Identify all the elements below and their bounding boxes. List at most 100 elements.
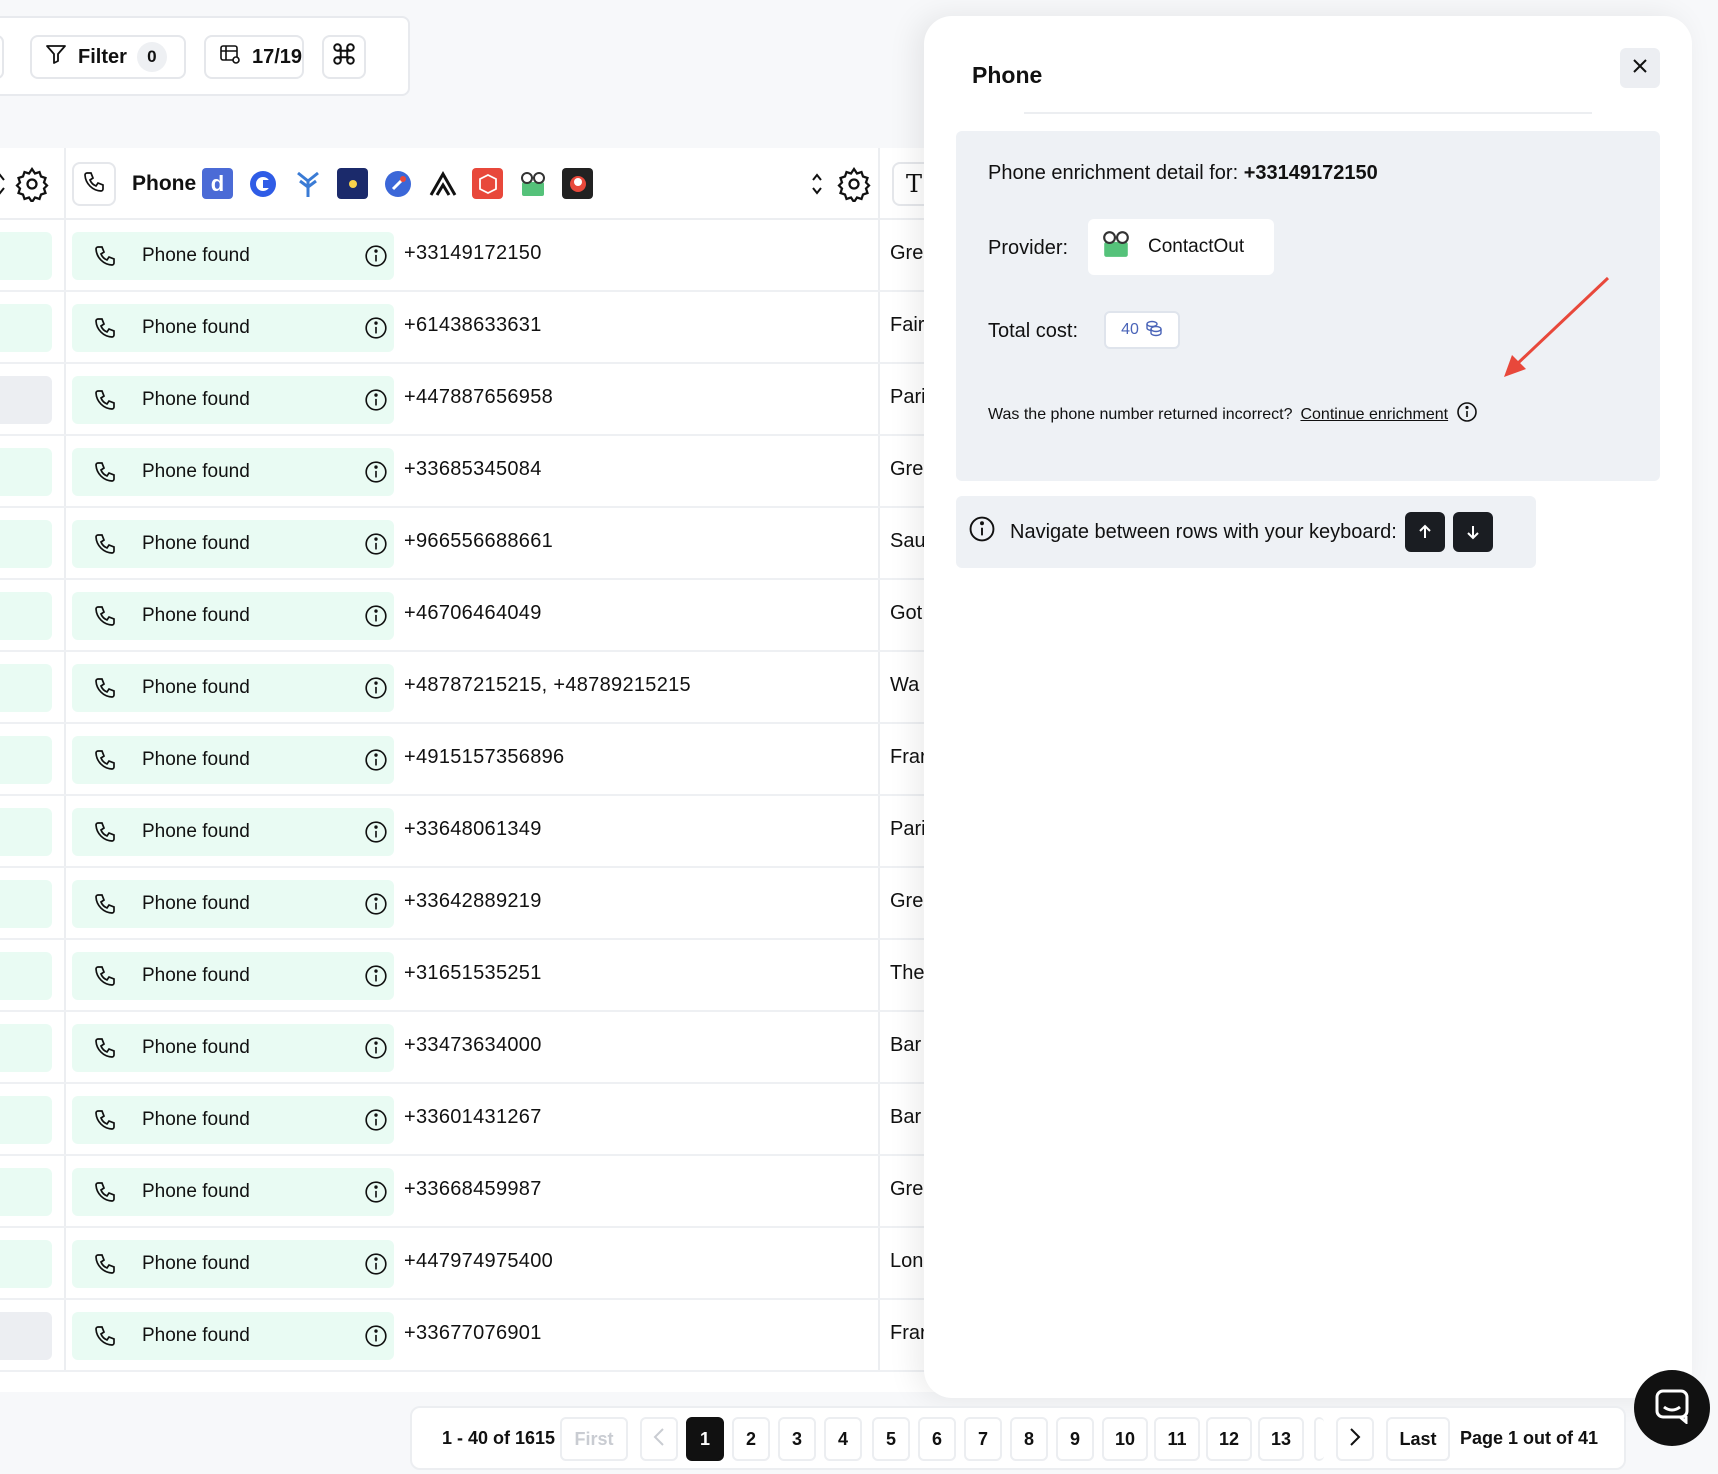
info-icon[interactable] (364, 604, 388, 633)
last-page-button[interactable]: Last (1386, 1417, 1450, 1461)
phone-status-pill[interactable]: Phone found (72, 1096, 394, 1144)
table-row[interactable]: Phone found +4915157356896 Frar (0, 724, 1000, 796)
phone-icon (86, 742, 124, 778)
table-row[interactable]: Phone found +46706464049 Got (0, 580, 1000, 652)
page-button[interactable]: 2 (732, 1417, 770, 1461)
previous-column-cell[interactable] (0, 880, 52, 928)
info-icon[interactable] (1456, 401, 1478, 428)
table-row[interactable]: Phone found +33668459987 Gre (0, 1156, 1000, 1228)
page-button[interactable]: 5 (872, 1417, 910, 1461)
previous-column-cell[interactable] (0, 736, 52, 784)
phone-status-pill[interactable]: Phone found (72, 448, 394, 496)
table-row[interactable]: Phone found +33601431267 Bar (0, 1084, 1000, 1156)
previous-column-cell[interactable] (0, 1240, 52, 1288)
sort-chevron-icon[interactable] (0, 170, 6, 203)
phone-status-pill[interactable]: Phone found (72, 1024, 394, 1072)
phone-status-pill[interactable]: Phone found (72, 232, 394, 280)
keyboard-hint: Navigate between rows with your keyboard… (956, 496, 1536, 568)
first-page-button[interactable]: First (560, 1417, 628, 1461)
phone-status-pill[interactable]: Phone found (72, 808, 394, 856)
previous-column-cell[interactable] (0, 1312, 52, 1360)
phone-status-pill[interactable]: Phone found (72, 1240, 394, 1288)
info-icon[interactable] (364, 1180, 388, 1209)
command-button[interactable] (322, 35, 366, 79)
info-icon[interactable] (364, 244, 388, 273)
page-button[interactable]: 10 (1102, 1417, 1148, 1461)
next-page-button[interactable] (1336, 1417, 1374, 1461)
phone-sort-chevron-icon[interactable] (810, 170, 824, 203)
info-icon[interactable] (364, 316, 388, 345)
phone-status-pill[interactable]: Phone found (72, 952, 394, 1000)
info-icon[interactable] (364, 460, 388, 489)
info-icon[interactable] (364, 1252, 388, 1281)
filter-button[interactable]: Filter 0 (30, 35, 186, 79)
page-button[interactable]: 9 (1056, 1417, 1094, 1461)
continue-enrichment-link[interactable]: Continue enrichment (1300, 406, 1448, 424)
phone-status-pill[interactable]: Phone found (72, 592, 394, 640)
previous-column-cell[interactable] (0, 1168, 52, 1216)
info-icon[interactable] (364, 1108, 388, 1137)
arrow-down-key[interactable] (1452, 512, 1493, 552)
column-settings-gear-icon[interactable] (14, 166, 50, 207)
info-icon[interactable] (364, 388, 388, 417)
page-button[interactable]: 13 (1258, 1417, 1304, 1461)
page-button[interactable]: 11 (1154, 1417, 1200, 1461)
table-row[interactable]: Phone found +33648061349 Pari (0, 796, 1000, 868)
provider-box-icon (472, 168, 503, 199)
phone-column-type-button[interactable] (72, 162, 116, 206)
info-icon[interactable] (364, 676, 388, 705)
previous-column-cell[interactable] (0, 376, 52, 424)
page-button[interactable]: 3 (778, 1417, 816, 1461)
page-button[interactable]: 4 (824, 1417, 862, 1461)
previous-column-cell[interactable] (0, 304, 52, 352)
info-icon[interactable] (364, 1036, 388, 1065)
phone-status-pill[interactable]: Phone found (72, 1168, 394, 1216)
arrow-up-key[interactable] (1404, 512, 1445, 552)
phone-column-gear-icon[interactable] (836, 166, 872, 207)
table-row[interactable]: Phone found +33642889219 Gre (0, 868, 1000, 940)
info-icon[interactable] (364, 820, 388, 849)
table-row[interactable]: Phone found +966556688661 Sau (0, 508, 1000, 580)
previous-column-cell[interactable] (0, 448, 52, 496)
table-row[interactable]: Phone found +31651535251 The (0, 940, 1000, 1012)
table-row[interactable]: Phone found +61438633631 Fair (0, 292, 1000, 364)
previous-column-cell[interactable] (0, 808, 52, 856)
phone-status-pill[interactable]: Phone found (72, 880, 394, 928)
prev-page-button[interactable] (640, 1417, 678, 1461)
toolbar-stub-button[interactable] (0, 35, 4, 79)
phone-status-pill[interactable]: Phone found (72, 736, 394, 784)
chat-button[interactable] (1634, 1370, 1710, 1446)
table-row[interactable]: Phone found +48787215215, +48789215215 W… (0, 652, 1000, 724)
phone-status-pill[interactable]: Phone found (72, 304, 394, 352)
phone-status-pill[interactable]: Phone found (72, 664, 394, 712)
table-row[interactable]: Phone found +447974975400 Lon (0, 1228, 1000, 1300)
info-icon[interactable] (364, 1324, 388, 1353)
close-button[interactable] (1620, 48, 1660, 88)
table-row[interactable]: Phone found +447887656958 Pari (0, 364, 1000, 436)
table-row[interactable]: Phone found +33473634000 Bar (0, 1012, 1000, 1084)
page-button-overflow[interactable] (1314, 1417, 1324, 1461)
phone-status-pill[interactable]: Phone found (72, 1312, 394, 1360)
previous-column-cell[interactable] (0, 1096, 52, 1144)
previous-column-cell[interactable] (0, 952, 52, 1000)
page-button[interactable]: 12 (1206, 1417, 1252, 1461)
info-icon[interactable] (364, 964, 388, 993)
previous-column-cell[interactable] (0, 1024, 52, 1072)
page-button[interactable]: 8 (1010, 1417, 1048, 1461)
phone-status-pill[interactable]: Phone found (72, 376, 394, 424)
previous-column-cell[interactable] (0, 232, 52, 280)
table-row[interactable]: Phone found +33685345084 Gre (0, 436, 1000, 508)
previous-column-cell[interactable] (0, 592, 52, 640)
page-button[interactable]: 7 (964, 1417, 1002, 1461)
info-icon[interactable] (364, 892, 388, 921)
table-row[interactable]: Phone found +33149172150 Gre (0, 220, 1000, 292)
previous-column-cell[interactable] (0, 520, 52, 568)
table-row[interactable]: Phone found +33677076901 Frar (0, 1300, 1000, 1372)
previous-column-cell[interactable] (0, 664, 52, 712)
page-button[interactable]: 1 (686, 1417, 724, 1461)
columns-button[interactable]: 17/19 (204, 35, 304, 79)
info-icon[interactable] (364, 748, 388, 777)
page-button[interactable]: 6 (918, 1417, 956, 1461)
info-icon[interactable] (364, 532, 388, 561)
phone-status-pill[interactable]: Phone found (72, 520, 394, 568)
